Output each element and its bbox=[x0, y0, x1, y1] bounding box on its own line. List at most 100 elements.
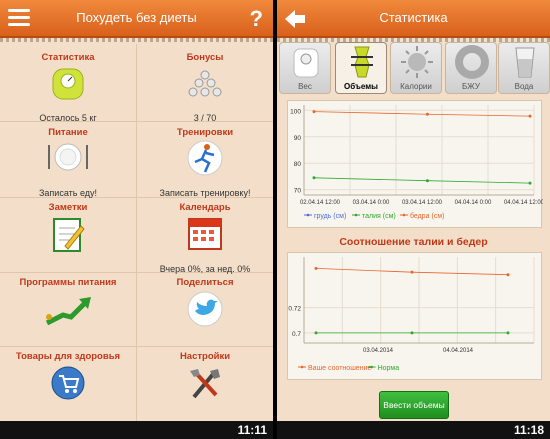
data-point bbox=[410, 270, 414, 274]
legend-label: бедра (см) bbox=[410, 212, 444, 220]
menu-title: Товары для здоровья bbox=[15, 351, 121, 362]
right-screen: Статистика Вес Объемы Калории БЖУ Вода 7… bbox=[277, 0, 550, 439]
menu-statistics[interactable]: Статистика Осталось 5 кг bbox=[0, 52, 136, 123]
menu-title: Календарь bbox=[179, 202, 231, 213]
tab-calories[interactable]: Калории bbox=[390, 42, 442, 94]
volumes-chart-svg: 70 80 90 100 02.04.14 12:00 03.04.14 0:00 03.0… bbox=[290, 105, 545, 220]
data-point bbox=[528, 114, 532, 118]
data-point bbox=[410, 331, 414, 335]
left-screen: Похудеть без диеты ? Статистика Осталось… bbox=[0, 0, 273, 439]
x-tick-label: 03.04.14 0:00 bbox=[353, 200, 390, 206]
y-tick-label: 100 bbox=[290, 108, 301, 115]
help-icon[interactable]: ? bbox=[250, 6, 263, 32]
menu-share[interactable]: Поделиться bbox=[137, 277, 273, 347]
tab-volumes[interactable]: Объемы bbox=[335, 42, 387, 94]
tab-label: БЖУ bbox=[462, 82, 480, 91]
menu-workouts[interactable]: Тренировки Записать тренировку! bbox=[137, 127, 273, 198]
sun-icon bbox=[401, 46, 433, 78]
category-tabs: Вес Объемы Калории БЖУ Вода bbox=[279, 42, 550, 94]
data-point bbox=[314, 266, 318, 270]
menu-title: Поделиться bbox=[176, 277, 234, 288]
data-point bbox=[425, 112, 429, 116]
growth-arrow-icon bbox=[45, 297, 91, 326]
tab-label: Вода bbox=[514, 82, 534, 91]
menu-subtitle: Осталось 5 кг bbox=[39, 113, 97, 123]
stitch-divider bbox=[0, 38, 273, 42]
x-tick-label: 03.04.14 12:00 bbox=[402, 200, 443, 206]
body-measure-icon bbox=[351, 46, 373, 78]
menu-health-products[interactable]: Товары для здоровья bbox=[0, 351, 136, 421]
menu-subtitle: Записать тренировку! bbox=[159, 188, 251, 198]
right-action-bar: Статистика bbox=[277, 0, 550, 38]
legend-marker bbox=[402, 213, 406, 217]
system-navbar: 11:11 bbox=[0, 421, 273, 439]
menu-subtitle: Вчера 0%, за нед. 0% bbox=[159, 264, 251, 274]
menu-title: Статистика bbox=[41, 52, 95, 63]
menu-meal-programs[interactable]: Программы питания bbox=[0, 277, 136, 347]
tab-label: Вес bbox=[298, 82, 312, 91]
menu-title: Настройки bbox=[179, 351, 231, 362]
plate-icon bbox=[48, 143, 88, 171]
y-tick-label: 0.72 bbox=[288, 306, 301, 313]
menu-subtitle: Записать еду! bbox=[38, 188, 98, 198]
menu-notes[interactable]: Заметки bbox=[0, 202, 136, 272]
left-action-bar: Похудеть без диеты ? bbox=[0, 0, 273, 38]
data-point bbox=[314, 331, 318, 335]
x-tick-label: 03.04.2014 bbox=[363, 348, 394, 354]
menu-title: Программы питания bbox=[19, 277, 117, 288]
menu-settings[interactable]: Настройки bbox=[137, 351, 273, 421]
data-point bbox=[425, 179, 429, 183]
tab-label: Объемы bbox=[344, 82, 378, 91]
pearls-icon bbox=[188, 70, 222, 97]
scale-icon bbox=[52, 68, 84, 100]
menu-title: Тренировки bbox=[176, 127, 234, 138]
screen-title: Статистика bbox=[379, 10, 448, 25]
app-title: Похудеть без диеты bbox=[76, 10, 197, 25]
legend-label: талия (см) bbox=[362, 213, 396, 220]
data-point bbox=[528, 181, 532, 185]
volumes-chart: 70 80 90 100 02.04.14 12:00 03.04.14 0:00 03.0… bbox=[287, 100, 545, 228]
legend-marker bbox=[370, 365, 373, 369]
tab-water[interactable]: Вода bbox=[498, 42, 550, 94]
menu-nutrition[interactable]: Питание Записать еду! bbox=[0, 127, 136, 198]
scale-icon bbox=[293, 48, 319, 78]
tab-weight[interactable]: Вес bbox=[279, 42, 331, 94]
calendar-icon bbox=[188, 218, 222, 250]
data-point bbox=[506, 273, 510, 277]
legend-label: Норма bbox=[378, 365, 400, 372]
data-point bbox=[506, 331, 510, 335]
menu-title: Заметки bbox=[48, 202, 88, 213]
glass-icon bbox=[515, 47, 535, 78]
menu-calendar[interactable]: Календарь Вчера 0%, за нед. 0% bbox=[137, 202, 273, 274]
ratio-section-title: Соотношение талии и бедер bbox=[339, 236, 488, 248]
tools-icon bbox=[190, 369, 220, 399]
ratio-chart-svg: 0.7 0.72 03.04.2014 04.04.2014 Ваше соотноше… bbox=[288, 257, 535, 372]
x-tick-label: 02.04.14 12:00 bbox=[300, 200, 341, 206]
y-tick-label: 90 bbox=[294, 135, 302, 142]
twitter-icon bbox=[187, 291, 223, 327]
menu-subtitle: 3 / 70 bbox=[193, 113, 217, 123]
y-tick-label: 70 bbox=[294, 188, 302, 195]
x-tick-label: 04.04.14 12:00 bbox=[504, 200, 543, 206]
status-clock: 11:18 bbox=[513, 423, 544, 437]
menu-title: Бонусы bbox=[186, 52, 224, 63]
y-tick-label: 80 bbox=[294, 161, 302, 168]
enter-volumes-button[interactable]: Ввести объемы bbox=[379, 391, 449, 419]
legend-label: Ваше соотношение bbox=[308, 365, 371, 372]
status-clock: 11:11 bbox=[237, 423, 267, 437]
menu-title: Питание bbox=[48, 127, 88, 138]
runner-icon bbox=[187, 140, 223, 176]
notepad-icon bbox=[53, 218, 85, 252]
cart-icon bbox=[51, 366, 85, 400]
legend-marker bbox=[306, 213, 310, 217]
legend-marker bbox=[354, 213, 358, 217]
x-tick-label: 04.04.14 0:00 bbox=[455, 200, 492, 206]
series-line bbox=[313, 177, 531, 184]
tab-macros[interactable]: БЖУ bbox=[445, 42, 497, 94]
series-line bbox=[313, 111, 531, 117]
data-point bbox=[312, 110, 316, 114]
menu-bonuses[interactable]: Бонусы 3 / 70 bbox=[137, 52, 273, 123]
ring-icon bbox=[455, 45, 489, 79]
legend-label: грудь (см) bbox=[314, 213, 346, 220]
legend-marker bbox=[300, 365, 304, 369]
